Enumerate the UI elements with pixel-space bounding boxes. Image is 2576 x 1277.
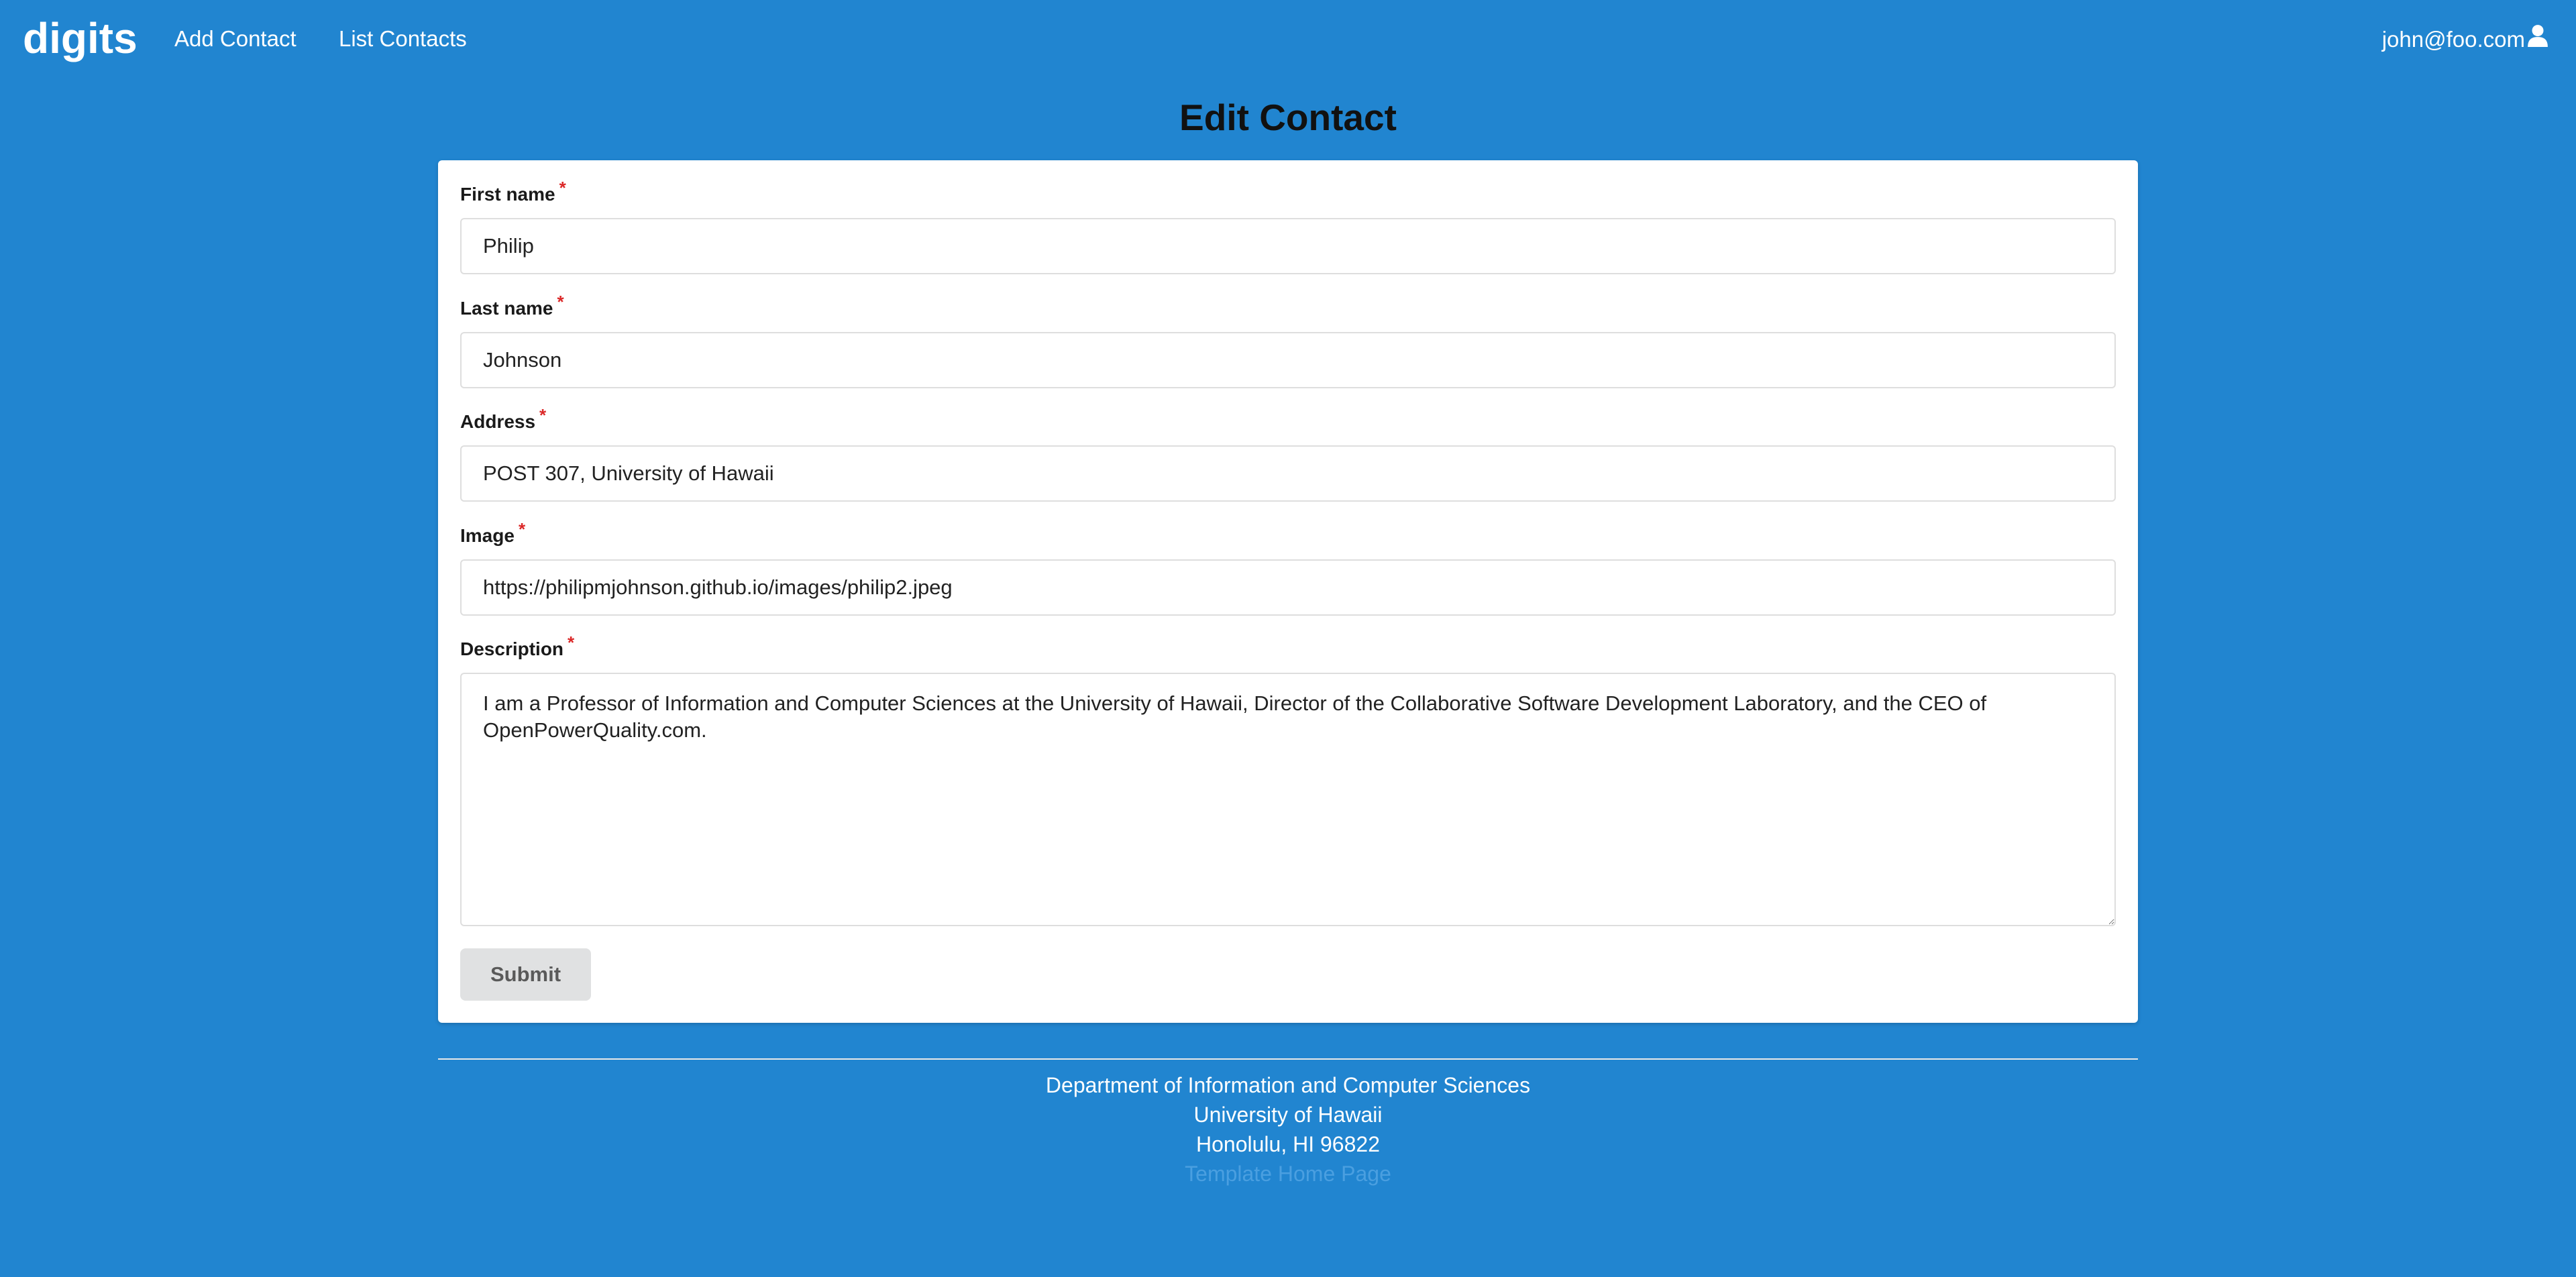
- required-marker: *: [568, 632, 575, 653]
- user-email: john@foo.com: [2381, 26, 2525, 52]
- required-marker: *: [557, 292, 564, 312]
- user-menu[interactable]: john@foo.com: [2382, 24, 2549, 54]
- image-url-input[interactable]: [460, 559, 2116, 616]
- last-name-input[interactable]: [460, 332, 2116, 388]
- last-name-label: Last name *: [460, 292, 564, 319]
- navbar: digits Add Contact List Contacts john@fo…: [0, 0, 2576, 79]
- footer-link-line: Template Home Page: [0, 1159, 2576, 1188]
- required-marker: *: [518, 519, 526, 539]
- edit-contact-form: First name* Last name* Address* Image* D…: [438, 160, 2138, 1023]
- nav-add-contact[interactable]: Add Contact: [174, 24, 297, 54]
- first-name-input[interactable]: [460, 218, 2116, 274]
- required-marker: *: [559, 178, 566, 198]
- footer-address: Honolulu, HI 96822: [1196, 1132, 1380, 1156]
- first-name-label: First name *: [460, 178, 566, 205]
- address-label: Address *: [460, 405, 547, 432]
- user-icon: [2525, 24, 2549, 54]
- nav-list-contacts[interactable]: List Contacts: [339, 24, 467, 54]
- address-input[interactable]: [460, 445, 2116, 502]
- footer-department: Department of Information and Computer S…: [1045, 1073, 1531, 1097]
- description-textarea[interactable]: I am a Professor of Information and Comp…: [460, 673, 2116, 926]
- page-title: Edit Contact: [1179, 97, 1397, 138]
- image-label: Image *: [460, 519, 526, 546]
- submit-button[interactable]: Submit: [460, 948, 591, 1001]
- required-marker: *: [539, 405, 547, 425]
- template-home-page-link[interactable]: Template Home Page: [1185, 1162, 1391, 1186]
- footer-university: University of Hawaii: [1193, 1103, 1383, 1127]
- brand-logo[interactable]: digits: [23, 9, 138, 67]
- footer-divider: [438, 1058, 2138, 1060]
- description-label: Description *: [460, 632, 575, 659]
